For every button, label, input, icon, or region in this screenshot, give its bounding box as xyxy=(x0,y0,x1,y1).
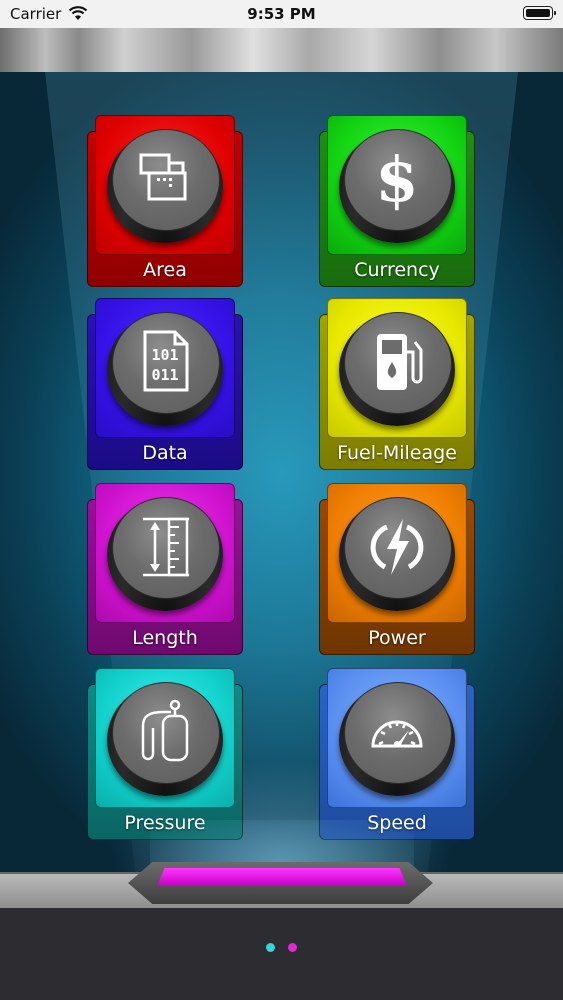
status-bar: Carrier 9:53 PM xyxy=(0,0,563,28)
dollar-icon: $ xyxy=(375,145,418,211)
power-tile[interactable]: Power xyxy=(319,483,475,655)
length-label: Length xyxy=(132,627,198,649)
fuel-mileage-label: Fuel-Mileage xyxy=(337,442,457,464)
speedometer-icon xyxy=(371,720,423,748)
area-icon xyxy=(139,153,187,201)
light-glow xyxy=(0,72,563,872)
data-label: Data xyxy=(142,442,188,464)
page-dot-2[interactable] xyxy=(288,943,297,952)
battery-icon xyxy=(523,6,556,20)
ruler-icon xyxy=(143,517,189,577)
svg-text:101: 101 xyxy=(151,346,178,364)
converter-menu-screen: Area $ Currency 101 011 Data Fuel-Mileag… xyxy=(0,72,563,872)
top-frame xyxy=(0,28,563,74)
length-tile[interactable]: Length xyxy=(87,483,243,655)
page-indicator-bar xyxy=(0,908,563,1000)
fuel-pump-icon xyxy=(377,334,423,390)
currency-label: Currency xyxy=(354,259,440,281)
currency-tile[interactable]: $ Currency xyxy=(319,115,475,287)
binary-file-icon: 101 011 xyxy=(143,330,189,392)
svg-text:$: $ xyxy=(375,145,418,211)
power-label: Power xyxy=(368,627,426,649)
fuel-mileage-tile[interactable]: Fuel-Mileage xyxy=(319,298,475,470)
data-tile[interactable]: 101 011 Data xyxy=(87,298,243,470)
area-label: Area xyxy=(143,259,187,281)
area-tile[interactable]: Area xyxy=(87,115,243,287)
pressure-tile[interactable]: Pressure xyxy=(87,668,243,840)
base-light xyxy=(157,868,407,886)
status-time: 9:53 PM xyxy=(247,5,316,23)
lightning-icon xyxy=(370,519,424,575)
svg-text:011: 011 xyxy=(151,366,178,384)
gas-cylinder-icon xyxy=(141,699,189,762)
speed-tile[interactable]: Speed xyxy=(319,668,475,840)
page-dot-1[interactable] xyxy=(266,943,275,952)
